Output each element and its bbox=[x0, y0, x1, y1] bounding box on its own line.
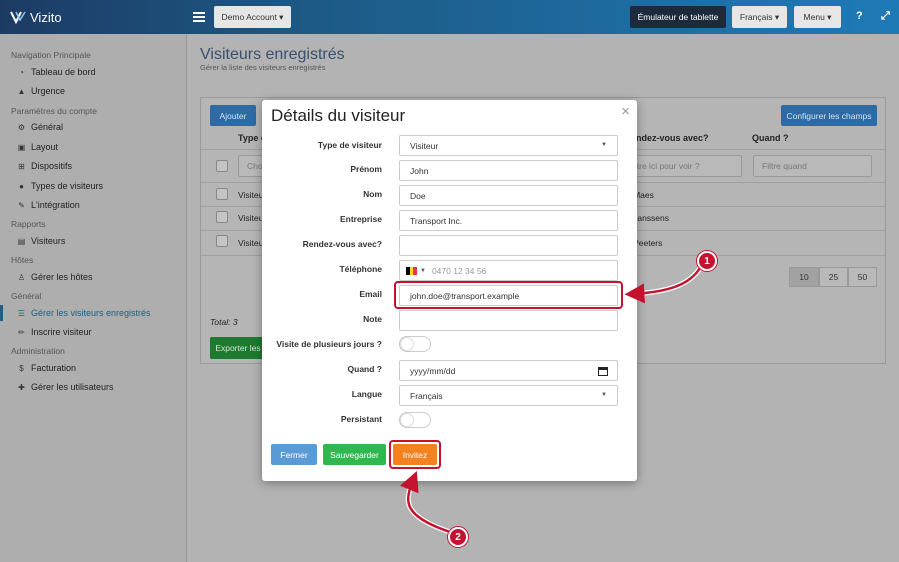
callout-badge-2: 2 bbox=[448, 527, 468, 547]
callout-arrows bbox=[400, 266, 703, 535]
callout-badge-1: 1 bbox=[697, 251, 717, 271]
